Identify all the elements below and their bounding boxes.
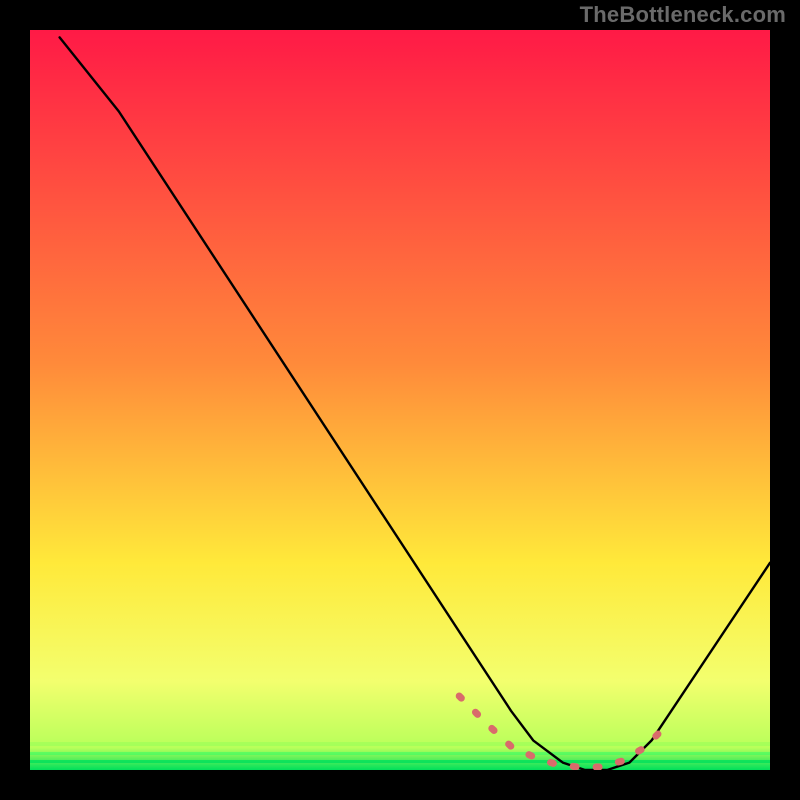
chart-frame: TheBottleneck.com [0, 0, 800, 800]
strata-1 [30, 742, 770, 746]
strata-3 [30, 760, 770, 763]
bottleneck-chart [0, 0, 800, 800]
strata-2 [30, 752, 770, 755]
watermark-text: TheBottleneck.com [580, 2, 786, 28]
gradient-plot-bg [30, 30, 770, 770]
